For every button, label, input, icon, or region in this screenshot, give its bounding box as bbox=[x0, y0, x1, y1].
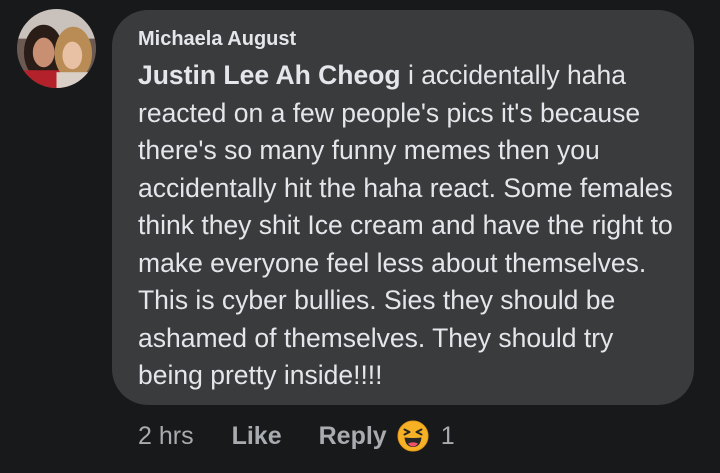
comment-author[interactable]: Michaela August bbox=[138, 28, 296, 51]
timestamp[interactable]: 2 hrs bbox=[138, 422, 194, 451]
comment-actions: 2 hrs Like Reply 1 bbox=[138, 418, 455, 454]
haha-reaction-icon[interactable] bbox=[397, 420, 429, 452]
comment-text: Justin Lee Ah Cheog i accidentally haha … bbox=[138, 57, 683, 395]
like-button[interactable]: Like bbox=[232, 422, 282, 451]
profile-photo bbox=[17, 9, 96, 88]
reaction-count[interactable]: 1 bbox=[441, 422, 455, 451]
comment-body: i accidentally haha reacted on a few peo… bbox=[138, 60, 673, 390]
avatar[interactable] bbox=[17, 9, 96, 88]
reply-button[interactable]: Reply bbox=[319, 422, 387, 451]
comment: Michaela August Justin Lee Ah Cheog i ac… bbox=[0, 0, 720, 473]
mention-link[interactable]: Justin Lee Ah Cheog bbox=[138, 60, 401, 90]
